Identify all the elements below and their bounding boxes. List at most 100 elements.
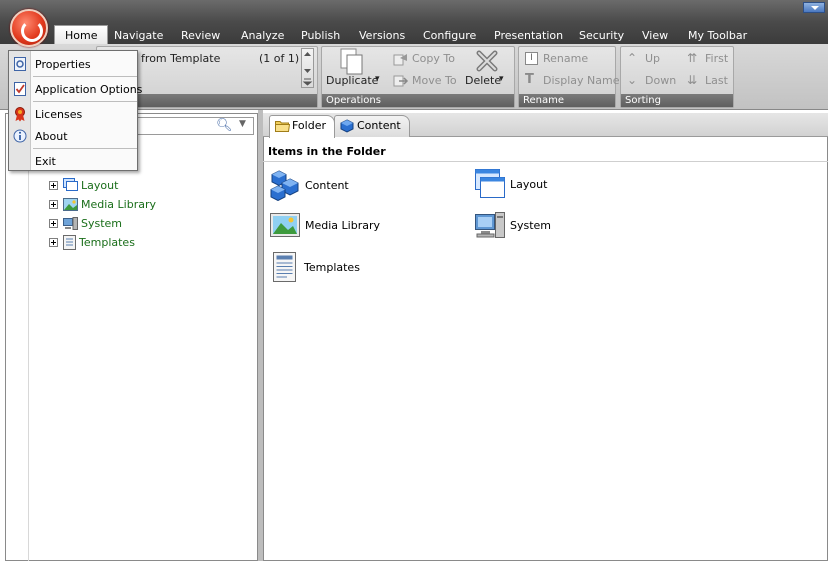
tree-item-label: System xyxy=(81,216,123,230)
copy-to-button[interactable]: Copy To xyxy=(412,52,455,65)
cube-icon xyxy=(340,119,354,133)
tab-folder[interactable]: Folder xyxy=(269,115,335,138)
menu-item-label: Exit xyxy=(35,154,56,168)
folder-item-layout[interactable]: Layout xyxy=(474,168,547,200)
menu-item-application-options[interactable]: Application Options xyxy=(9,79,142,99)
rename-icon: I xyxy=(525,52,538,65)
tab-folder-label: Folder xyxy=(292,119,326,132)
tab-navigate[interactable]: Navigate xyxy=(114,27,163,44)
menu-item-about[interactable]: About xyxy=(9,126,137,146)
application-button[interactable] xyxy=(10,9,48,47)
content-cubes-icon xyxy=(270,170,299,201)
rename-button[interactable]: Rename xyxy=(543,52,588,65)
tab-security[interactable]: Security xyxy=(579,27,624,44)
delete-icon xyxy=(474,48,500,77)
display-name-button[interactable]: Display Name xyxy=(543,74,620,87)
menu-item-licenses[interactable]: Licenses xyxy=(9,104,137,124)
copy-to-icon xyxy=(393,52,409,69)
operations-group-label: Operations xyxy=(322,94,514,107)
tree-item-system[interactable]: System xyxy=(49,215,122,231)
gallery-scroll-icon[interactable] xyxy=(301,48,314,88)
templates-icon xyxy=(273,252,296,282)
folder-item-label: System xyxy=(510,218,552,232)
expand-icon[interactable] xyxy=(49,218,58,228)
folder-content-tabs: Folder Content xyxy=(263,113,828,138)
tab-analyze[interactable]: Analyze xyxy=(241,27,284,44)
display-name-icon: T xyxy=(525,72,534,87)
ribbon-tab-strip: Home Navigate Review Analyze Publish Ver… xyxy=(0,0,828,44)
tab-view[interactable]: View xyxy=(642,27,668,44)
menu-item-label: Application Options xyxy=(35,82,143,96)
tree-item-label: Layout xyxy=(81,178,119,192)
folder-item-media-library[interactable]: Media Library xyxy=(269,211,380,239)
tab-publish[interactable]: Publish xyxy=(301,27,340,44)
folder-item-label: Media Library xyxy=(305,218,380,232)
tree-gutter-line xyxy=(28,138,29,561)
folder-item-system[interactable]: System xyxy=(474,211,551,239)
sort-up-icon: ⌃ xyxy=(627,51,638,65)
tab-content-label: Content xyxy=(357,119,401,132)
expand-icon[interactable] xyxy=(49,237,58,247)
media-library-icon xyxy=(270,213,300,237)
tab-configure[interactable]: Configure xyxy=(423,27,476,44)
menu-item-label: Licenses xyxy=(35,107,83,121)
application-options-icon xyxy=(14,82,26,96)
minimize-ribbon-icon[interactable] xyxy=(803,2,825,13)
tab-my-toolbar[interactable]: My Toolbar xyxy=(688,27,747,44)
move-to-button[interactable]: Move To xyxy=(412,74,457,87)
application-menu: Properties Application Options Licenses … xyxy=(8,50,142,171)
licenses-icon xyxy=(15,107,25,122)
properties-icon xyxy=(14,57,26,71)
menu-item-exit[interactable]: Exit xyxy=(9,151,137,171)
folder-item-label: Content xyxy=(305,178,349,192)
tab-presentation[interactable]: Presentation xyxy=(494,27,563,44)
content-tree-pane xyxy=(5,113,258,561)
tree-item-layout[interactable]: Layout xyxy=(49,177,118,193)
tree-search-box[interactable]: 🔍︎ ▼ xyxy=(130,117,254,135)
move-to-icon xyxy=(393,73,409,90)
rename-group-label: Rename xyxy=(519,94,615,107)
folder-items-divider xyxy=(263,161,828,162)
gallery-pager: (1 of 1) xyxy=(259,52,300,65)
folder-item-content[interactable]: Content xyxy=(269,169,349,201)
sort-down-button[interactable]: Down xyxy=(645,74,676,87)
info-icon xyxy=(13,129,27,143)
menu-separator xyxy=(33,101,137,102)
folder-item-label: Layout xyxy=(510,177,548,191)
tree-item-media-library[interactable]: Media Library xyxy=(49,196,156,212)
tab-review[interactable]: Review xyxy=(181,27,220,44)
search-icon[interactable]: 🔍︎ xyxy=(216,118,233,133)
duplicate-dropdown-icon[interactable]: ▾ xyxy=(375,74,380,84)
sort-up-button[interactable]: Up xyxy=(645,52,660,65)
duplicate-button[interactable]: Duplicate xyxy=(326,74,378,87)
tree-item-label: Templates xyxy=(79,235,135,249)
folder-item-templates[interactable]: Templates xyxy=(271,251,360,283)
folder-item-label: Templates xyxy=(304,260,360,274)
media-library-icon xyxy=(63,197,78,211)
sort-first-button[interactable]: First xyxy=(705,52,728,65)
search-dropdown-icon[interactable]: ▼ xyxy=(239,119,246,129)
tab-home[interactable]: Home xyxy=(54,25,109,44)
menu-item-label: About xyxy=(35,129,68,143)
folder-icon xyxy=(275,121,290,132)
layout-icon xyxy=(63,178,78,191)
layout-icon xyxy=(475,169,505,198)
menu-item-label: Properties xyxy=(35,57,91,71)
sort-first-icon: ⇈ xyxy=(687,51,698,65)
sort-down-icon: ⌄ xyxy=(627,73,638,87)
expand-icon[interactable] xyxy=(49,199,58,209)
templates-icon xyxy=(63,234,76,250)
system-icon xyxy=(475,212,505,238)
tab-content[interactable]: Content xyxy=(334,115,410,137)
sort-last-icon: ⇊ xyxy=(687,73,698,87)
tree-item-templates[interactable]: Templates xyxy=(49,234,135,250)
delete-dropdown-icon[interactable]: ▾ xyxy=(499,74,504,84)
sort-last-button[interactable]: Last xyxy=(705,74,728,87)
menu-item-properties[interactable]: Properties xyxy=(9,54,137,74)
sorting-group-label: Sorting xyxy=(621,94,733,107)
folder-items-title: Items in the Folder xyxy=(268,145,386,158)
delete-button[interactable]: Delete xyxy=(465,74,501,87)
tab-versions[interactable]: Versions xyxy=(359,27,405,44)
tree-item-label: Media Library xyxy=(81,197,156,211)
expand-icon[interactable] xyxy=(49,180,58,190)
